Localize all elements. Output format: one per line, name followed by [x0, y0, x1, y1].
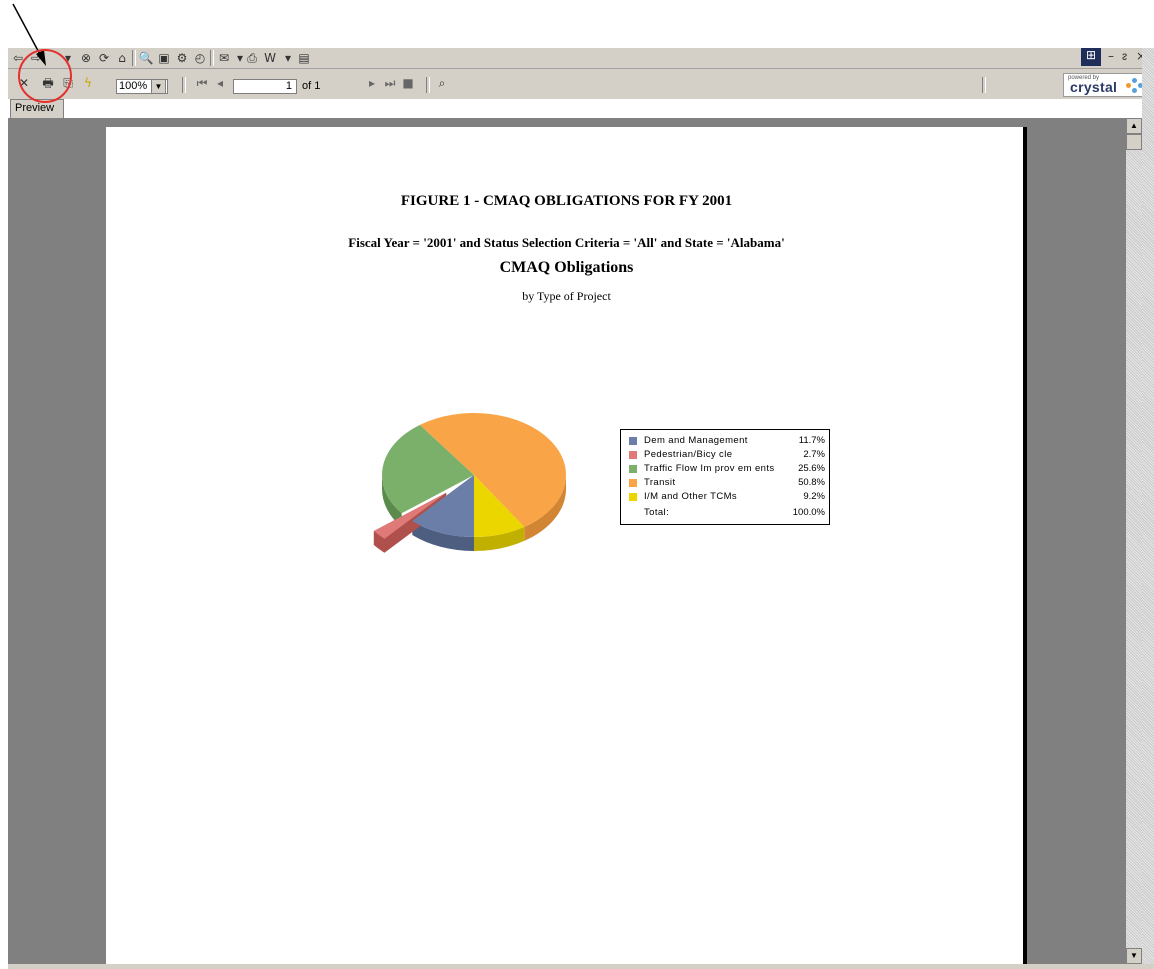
toolbar-separator	[182, 77, 186, 93]
legend-value: 9.2%	[803, 491, 825, 502]
brand-name-text: crystal	[1070, 79, 1118, 95]
legend-value: 11.7%	[798, 435, 825, 446]
crystal-logo: powered by crystal	[1063, 73, 1143, 97]
legend-label: Traffic Flow Im prov em ents	[644, 463, 775, 474]
next-page-icon[interactable]: ▸	[364, 75, 380, 91]
legend-item: Dem and Management 11.7%	[629, 434, 825, 448]
mail-icon[interactable]: ✉	[216, 50, 232, 66]
windows-logo-icon: ⊞	[1081, 48, 1101, 66]
legend-swatch	[629, 465, 637, 473]
stop-loading-icon[interactable]: ■	[400, 75, 416, 91]
edit-icon[interactable]: W	[262, 50, 278, 66]
toolbar-separator	[132, 50, 136, 66]
report-page: FIGURE 1 - CMAQ OBLIGATIONS FOR FY 2001 …	[106, 127, 1027, 967]
legend-label: Pedestrian/Bicy cle	[644, 449, 733, 460]
refresh-icon[interactable]: ⟳	[96, 50, 112, 66]
search-icon[interactable]: 🔍	[138, 50, 154, 66]
home-icon[interactable]: ⌂	[114, 50, 130, 66]
chart-title: CMAQ Obligations	[499, 259, 634, 276]
legend-total: Total: 100.0%	[629, 506, 825, 520]
scroll-down-icon[interactable]: ▼	[1126, 948, 1142, 964]
close-view-icon[interactable]: ✕	[16, 75, 32, 91]
favorites-icon[interactable]: ▣	[156, 50, 172, 66]
legend-label: I/M and Other TCMs	[644, 491, 738, 502]
print-icon[interactable]: ⎙	[244, 50, 260, 66]
legend-swatch	[629, 437, 637, 445]
dropdown-arrow-icon[interactable]: ▾	[60, 50, 76, 66]
pie-chart	[373, 413, 566, 553]
scroll-up-icon[interactable]: ▲	[1126, 118, 1142, 134]
top-toolbar: ⇦ ⇨ ▾ ⊗ ⟳ ⌂ 🔍 ▣ ⚙ ◴ ✉ ▾ ⎙ W ▾ ▤ ⊞ – ᴤ ×	[8, 48, 1154, 69]
history-icon[interactable]: ◴	[192, 50, 208, 66]
chart-legend: Dem and Management 11.7% Pedestrian/Bicy…	[620, 429, 830, 525]
stop-icon[interactable]: ⊗	[78, 50, 94, 66]
media-icon[interactable]: ⚙	[174, 50, 190, 66]
restore-icon[interactable]: ᴤ	[1122, 49, 1127, 63]
status-bar	[8, 964, 1154, 969]
tab-preview[interactable]: Preview	[10, 99, 64, 118]
chevron-down-icon[interactable]: ▼	[151, 79, 166, 94]
selection-criteria: Fiscal Year = '2001' and Status Selectio…	[348, 235, 785, 250]
legend-label: Transit	[644, 477, 676, 488]
refresh-lightning-icon[interactable]: ϟ	[80, 75, 96, 91]
print-report-icon[interactable]: 🖶	[40, 75, 56, 91]
legend-swatch	[629, 479, 637, 487]
chart-subtitle: by Type of Project	[522, 289, 611, 303]
legend-total-value: 100.0%	[792, 507, 825, 518]
legend-total-label: Total:	[644, 507, 670, 518]
legend-value: 25.6%	[798, 463, 825, 474]
legend-item: Pedestrian/Bicy cle 2.7%	[629, 448, 825, 462]
back-icon[interactable]: ⇦	[10, 50, 26, 66]
last-page-icon[interactable]: ⏭	[382, 75, 398, 91]
first-page-icon[interactable]: ⏮	[194, 75, 210, 91]
find-binoculars-icon[interactable]: ⌕	[434, 75, 450, 91]
previous-page-icon[interactable]: ◂	[212, 75, 228, 91]
report-toolbar: ✕ 🖶 ⎘ ϟ ⏮ ◂ ▸ ⏭ ■ ⌕	[8, 69, 1154, 99]
legend-value: 2.7%	[803, 449, 825, 460]
scroll-thumb[interactable]	[1126, 134, 1142, 150]
export-icon[interactable]: ⎘	[60, 75, 76, 91]
legend-item: Traffic Flow Im prov em ents 25.6%	[629, 462, 825, 476]
toolbar-separator	[426, 77, 430, 93]
page-number-input[interactable]: 1	[233, 79, 297, 94]
legend-value: 50.8%	[798, 477, 825, 488]
window-edge	[1142, 48, 1154, 964]
legend-item: I/M and Other TCMs 9.2%	[629, 490, 825, 504]
minimize-icon[interactable]: –	[1108, 49, 1114, 63]
legend-swatch	[629, 493, 637, 501]
toolbar-separator	[210, 50, 214, 66]
dropdown-arrow-icon[interactable]: ▾	[280, 50, 296, 66]
vertical-scrollbar[interactable]: ▲ ▼	[1126, 118, 1142, 964]
discuss-icon[interactable]: ▤	[296, 50, 312, 66]
page-count-label: of 1	[302, 80, 321, 92]
legend-item: Transit 50.8%	[629, 476, 825, 490]
figure-title: FIGURE 1 - CMAQ OBLIGATIONS FOR FY 2001	[400, 193, 733, 209]
legend-label: Dem and Management	[644, 435, 748, 446]
forward-icon[interactable]: ⇨	[28, 50, 44, 66]
toolbar-separator	[982, 77, 986, 93]
legend-swatch	[629, 451, 637, 459]
